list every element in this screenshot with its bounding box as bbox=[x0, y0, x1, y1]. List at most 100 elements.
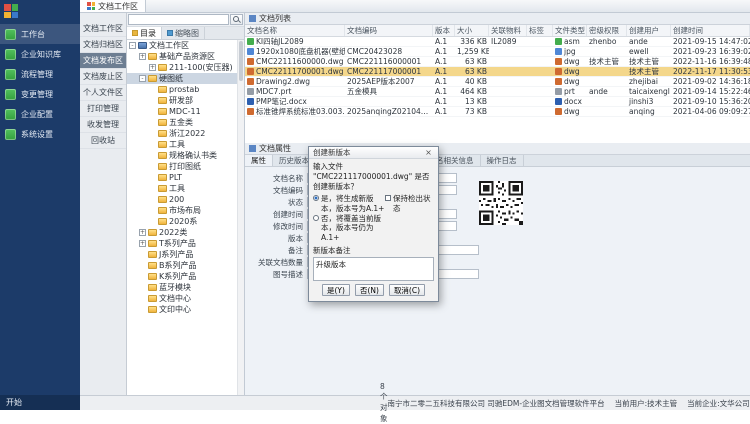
workspace-nav-item[interactable]: 回收站 bbox=[80, 133, 126, 149]
column-header[interactable]: 创建时间 bbox=[671, 25, 750, 36]
tree-scrollbar[interactable] bbox=[237, 40, 244, 395]
sidebar: 工作台 企业知识库 流程管理 变更管理 企业配置 bbox=[0, 0, 80, 410]
properties-tab[interactable]: 操作日志 bbox=[481, 155, 524, 166]
cancel-button[interactable]: 取消(C) bbox=[389, 284, 425, 296]
tree-node[interactable]: - 硬图纸 bbox=[127, 73, 237, 84]
tree-node[interactable]: prostab bbox=[127, 84, 237, 95]
tree-toggle-icon[interactable]: - bbox=[139, 75, 146, 82]
sidebar-item[interactable]: 企业配置 bbox=[0, 104, 80, 124]
tree-node[interactable]: 研发部 bbox=[127, 95, 237, 106]
tree-node[interactable]: + 211-100(安压器) bbox=[127, 62, 237, 73]
keep-checkout-checkbox[interactable]: 保持检出状态 bbox=[385, 194, 434, 242]
tree-node[interactable]: 工具 bbox=[127, 139, 237, 150]
tree-node[interactable]: K系列产品 bbox=[127, 271, 237, 282]
document-row[interactable]: Drawing2.dwg 2025AEP版本2007 A.1 40 KB dwg… bbox=[245, 77, 750, 87]
document-row[interactable]: CMC22111600000.dwg CMC221116000001 A.1 6… bbox=[245, 57, 750, 67]
tree-node[interactable]: 五金类 bbox=[127, 117, 237, 128]
sidebar-item[interactable]: 工作台 bbox=[0, 24, 80, 44]
document-row[interactable]: PMP笔记.docx A.1 13 KB docx jinshi3 2021-0… bbox=[245, 97, 750, 107]
no-button[interactable]: 否(N) bbox=[355, 284, 384, 296]
close-icon[interactable]: × bbox=[423, 147, 434, 158]
column-header[interactable]: 文档名称 bbox=[245, 25, 345, 36]
workspace-icon bbox=[87, 2, 95, 10]
document-row[interactable]: MDC7.prt 五金模具 A.1 464 KB prt ande taicai… bbox=[245, 87, 750, 97]
tree-node[interactable]: 规格确认书类 bbox=[127, 150, 237, 161]
radio-overwrite-version[interactable]: 否，将覆盖当前版本，版本号仍为A.1+ bbox=[313, 214, 385, 242]
doc-security bbox=[587, 67, 627, 76]
document-row[interactable]: 标准锥焊系统标准03.003.dwg 2025anqingZ02104… A.1… bbox=[245, 107, 750, 117]
tree-node[interactable]: + 2022类 bbox=[127, 227, 237, 238]
tree-node[interactable]: 打印图纸 bbox=[127, 161, 237, 172]
tree-node[interactable]: J系列产品 bbox=[127, 249, 237, 260]
version-note-input[interactable]: 升级版本 bbox=[313, 257, 434, 281]
workspace-nav-item[interactable]: 文档归档区 bbox=[80, 37, 126, 53]
workspace-nav: 文档工作区 文档归档区 文档发布区 文档废止区 个人文件区 打印管理 收发管理 … bbox=[80, 13, 127, 395]
workspace-nav-item[interactable]: 文档工作区 bbox=[80, 21, 126, 37]
tree-toggle-icon[interactable]: + bbox=[139, 240, 146, 247]
tree-node[interactable]: MDC-11 bbox=[127, 106, 237, 117]
column-header[interactable]: 文件类型 bbox=[553, 25, 587, 36]
tree-node[interactable]: 文印中心 bbox=[127, 304, 237, 315]
document-row[interactable]: CMC22111700001.dwg CMC221117000001 A.1 6… bbox=[245, 67, 750, 77]
tree-toggle-icon[interactable]: + bbox=[139, 53, 146, 60]
tree-node[interactable]: 市场布局 bbox=[127, 205, 237, 216]
scrollbar-thumb[interactable] bbox=[239, 41, 243, 81]
tree-node[interactable]: 浙江2022 bbox=[127, 128, 237, 139]
tree-toggle-icon[interactable]: - bbox=[129, 42, 136, 49]
workspace-nav-item[interactable]: 收发管理 bbox=[80, 117, 126, 133]
doc-security: 技术主管 bbox=[587, 57, 627, 66]
document-row[interactable]: KI四轴JL2089 A.1 336 KB IL2089 asm zhenbo … bbox=[245, 37, 750, 47]
doc-created-time: 2021-09-15 14:47:02 bbox=[671, 37, 750, 46]
column-header[interactable]: 文档编码 bbox=[345, 25, 433, 36]
doc-ext: dwg bbox=[564, 107, 580, 116]
column-header[interactable]: 标签 bbox=[527, 25, 553, 36]
explorer-tab[interactable]: 缩略图 bbox=[162, 27, 205, 39]
field-label: 状态 bbox=[249, 197, 307, 208]
search-input[interactable] bbox=[128, 14, 229, 25]
tree-toggle-icon[interactable]: + bbox=[149, 64, 156, 71]
tree-node[interactable]: 200 bbox=[127, 194, 237, 205]
properties-tab[interactable]: 属性 bbox=[245, 155, 273, 166]
column-header[interactable]: 创建用户 bbox=[627, 25, 671, 36]
search-button[interactable] bbox=[230, 14, 243, 25]
tree-node[interactable]: 2020系 bbox=[127, 216, 237, 227]
folder-icon bbox=[158, 218, 167, 225]
document-row[interactable]: 1920x1080底盘机器(壁纸)[1](1).jpg CMC20423028 … bbox=[245, 47, 750, 57]
workspace-nav-item[interactable]: 文档废止区 bbox=[80, 69, 126, 85]
sidebar-item[interactable]: 变更管理 bbox=[0, 84, 80, 104]
explorer-tab[interactable]: 目录 bbox=[127, 27, 162, 39]
tree-node[interactable]: + 基础产品资源区 bbox=[127, 51, 237, 62]
doc-code: CMC221116000001 bbox=[345, 57, 433, 66]
explorer-tab-label: 缩略图 bbox=[175, 28, 199, 39]
tree-node[interactable]: B系列产品 bbox=[127, 260, 237, 271]
tree-toggle-icon[interactable]: + bbox=[139, 229, 146, 236]
column-header[interactable]: 大小 bbox=[455, 25, 489, 36]
doc-created-time: 2022-11-16 16:39:48 bbox=[671, 57, 750, 66]
radio-create-new-version[interactable]: 是，将生成新版本，版本号为A.1+ bbox=[313, 194, 385, 213]
yes-button[interactable]: 是(Y) bbox=[322, 284, 350, 296]
tree-node[interactable]: 工具 bbox=[127, 183, 237, 194]
tree-node[interactable]: + T系列产品 bbox=[127, 238, 237, 249]
file-type-icon bbox=[555, 68, 562, 75]
workspace-nav-item[interactable]: 个人文件区 bbox=[80, 85, 126, 101]
doc-security bbox=[587, 107, 627, 116]
doc-security bbox=[587, 77, 627, 86]
sidebar-item[interactable]: 系统设置 bbox=[0, 124, 80, 144]
tree-node[interactable]: - 文档工作区 bbox=[127, 40, 237, 51]
column-header[interactable]: 版本 bbox=[433, 25, 455, 36]
tree-node[interactable]: 蓝牙模块 bbox=[127, 282, 237, 293]
workspace-nav-item[interactable]: 文档发布区 bbox=[80, 53, 126, 69]
start-button[interactable]: 开始 bbox=[0, 395, 80, 410]
tree-node[interactable]: 文档中心 bbox=[127, 293, 237, 304]
tab-document-workspace[interactable]: 文档工作区 bbox=[80, 0, 146, 12]
workspace-nav-item[interactable]: 打印管理 bbox=[80, 101, 126, 117]
column-header[interactable]: 关联物料 bbox=[489, 25, 527, 36]
doc-size: 464 KB bbox=[455, 87, 489, 96]
column-header[interactable]: 密级权限 bbox=[587, 25, 627, 36]
sidebar-item-label: 企业知识库 bbox=[21, 49, 61, 60]
dialog-titlebar[interactable]: 创建新版本 × bbox=[309, 147, 438, 159]
tree-node[interactable]: PLT bbox=[127, 172, 237, 183]
sidebar-item[interactable]: 流程管理 bbox=[0, 64, 80, 84]
sidebar-item[interactable]: 企业知识库 bbox=[0, 44, 80, 64]
doc-size: 63 KB bbox=[455, 57, 489, 66]
